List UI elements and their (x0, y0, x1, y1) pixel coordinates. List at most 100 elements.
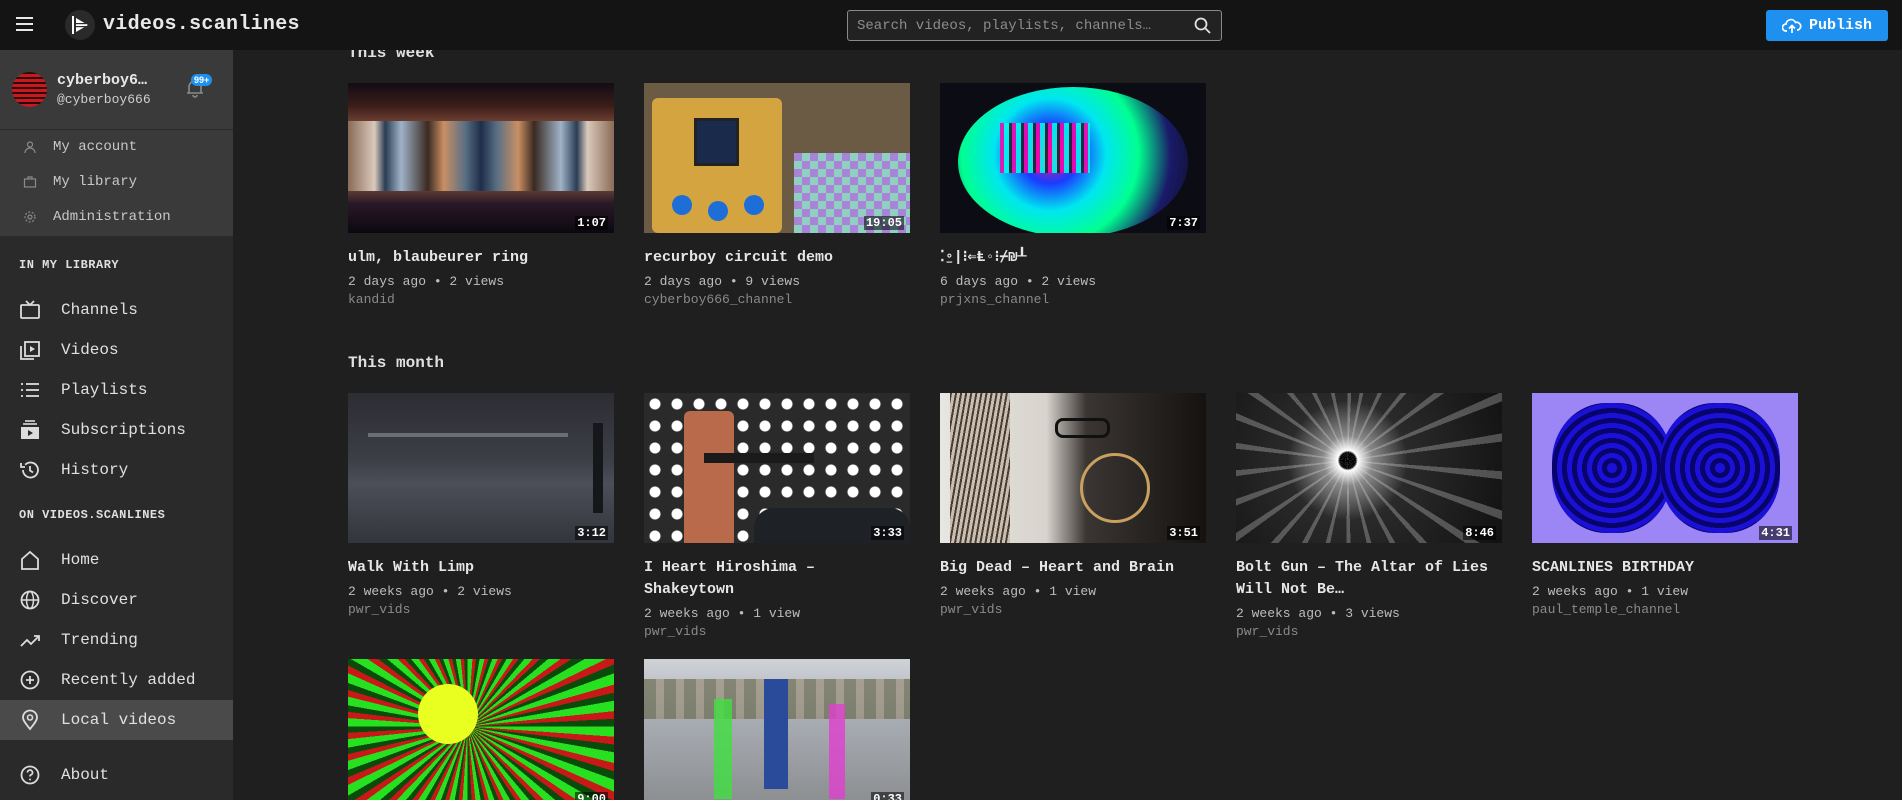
video-title[interactable]: recurboy circuit demo (644, 247, 910, 269)
logo-icon[interactable] (65, 10, 95, 40)
sidebar-item-label: Local videos (61, 711, 177, 729)
sidebar-item-subscriptions[interactable]: Subscriptions (0, 410, 233, 450)
sidebar: cyberboy6… @cyberboy666 99+ My account M… (0, 50, 233, 800)
sidebar-item-label: Discover (61, 591, 138, 609)
video-title[interactable]: ulm, blaubeurer ring (348, 247, 614, 269)
video-channel[interactable]: pwr_vids (1236, 624, 1502, 639)
video-duration: 4:31 (1759, 526, 1792, 540)
sidebar-item-label: Trending (61, 631, 138, 649)
video-thumbnail[interactable]: 19:05 (644, 83, 910, 233)
sidebar-item-label: Playlists (61, 381, 148, 399)
list-icon (21, 383, 39, 397)
sidebar-item-label: History (61, 461, 129, 479)
video-library-icon (20, 341, 40, 360)
video-thumbnail[interactable]: 4:31 (1532, 393, 1798, 543)
video-title[interactable]: I Heart Hiroshima – Shakeytown (644, 557, 910, 601)
search-icon[interactable] (1194, 17, 1211, 34)
video-channel[interactable]: paul_temple_channel (1532, 602, 1798, 617)
search-box (847, 10, 1222, 41)
tv-icon (20, 300, 40, 319)
video-thumbnail[interactable]: 3:12 (348, 393, 614, 543)
help-icon (20, 765, 40, 785)
video-duration: 3:51 (1167, 526, 1200, 540)
user-handle: @cyberboy666 (57, 92, 151, 107)
video-card: 3:51 Big Dead – Heart and Brain 2 weeks … (940, 393, 1206, 617)
divider (0, 129, 233, 130)
video-duration: 0:33 (871, 792, 904, 800)
sidebar-item-trending[interactable]: Trending (0, 620, 233, 660)
video-channel[interactable]: pwr_vids (644, 624, 910, 639)
video-duration: 9:00 (575, 792, 608, 800)
trending-icon (20, 635, 40, 647)
video-meta: 2 days ago • 9 views (644, 274, 801, 289)
administration-link[interactable]: Administration (23, 209, 171, 225)
sidebar-item-history[interactable]: History (0, 450, 233, 490)
video-channel[interactable]: pwr_vids (940, 602, 1206, 617)
sidebar-item-discover[interactable]: Discover (0, 580, 233, 620)
publish-button[interactable]: Publish (1766, 10, 1888, 41)
user-icon (24, 141, 36, 154)
sidebar-item-label: Home (61, 551, 100, 569)
sidebar-item-recently-added[interactable]: Recently added (0, 660, 233, 700)
plus-circle-icon (20, 670, 40, 690)
video-thumbnail[interactable]: 7:37 (940, 83, 1206, 233)
briefcase-icon (23, 176, 37, 188)
home-icon (21, 550, 39, 570)
publish-label: Publish (1808, 17, 1872, 34)
video-card: 1:07 ulm, blaubeurer ring 2 days ago • 2… (348, 83, 614, 307)
my-account-label: My account (53, 139, 138, 155)
video-thumbnail[interactable]: 1:07 (348, 83, 614, 233)
cog-icon (24, 211, 36, 223)
video-meta: 2 weeks ago • 1 view (940, 584, 1097, 599)
video-duration: 3:33 (871, 526, 904, 540)
user-block: cyberboy6… @cyberboy666 99+ My account M… (0, 50, 233, 236)
my-account-link[interactable]: My account (23, 139, 137, 155)
video-card: 3:33 I Heart Hiroshima – Shakeytown 2 we… (644, 393, 910, 639)
video-duration: 8:46 (1463, 526, 1496, 540)
video-meta: 2 weeks ago • 2 views (348, 584, 512, 599)
video-duration: 7:37 (1167, 216, 1200, 230)
brand-name[interactable]: videos.scanlines (103, 13, 300, 36)
video-meta: 2 days ago • 2 views (348, 274, 505, 289)
instance-section-title: ON VIDEOS.SCANLINES (19, 508, 166, 522)
sidebar-item-videos[interactable]: Videos (0, 330, 233, 370)
video-title[interactable]: Walk With Limp (348, 557, 614, 579)
sidebar-item-label: Videos (61, 341, 119, 359)
video-channel[interactable]: cyberboy666_channel (644, 292, 910, 307)
video-card: 8:46 Bolt Gun – The Altar of Lies Will N… (1236, 393, 1502, 639)
sidebar-item-local-videos[interactable]: Local videos (0, 700, 233, 740)
my-library-link[interactable]: My library (23, 174, 137, 190)
sidebar-item-home[interactable]: Home (0, 540, 233, 580)
avatar[interactable] (12, 72, 47, 107)
video-title[interactable]: Big Dead – Heart and Brain (940, 557, 1206, 579)
video-card: 3:12 Walk With Limp 2 weeks ago • 2 view… (348, 393, 614, 617)
video-thumbnail[interactable]: 8:46 (1236, 393, 1502, 543)
location-icon (22, 709, 38, 731)
video-duration: 19:05 (863, 216, 904, 230)
sidebar-item-channels[interactable]: Channels (0, 290, 233, 330)
video-channel[interactable]: prjxns_channel (940, 292, 1206, 307)
section-title-this-month: This month (348, 354, 445, 372)
video-thumbnail[interactable]: 3:51 (940, 393, 1206, 543)
library-section-title: IN MY LIBRARY (19, 258, 120, 272)
my-library-label: My library (53, 174, 138, 190)
sidebar-item-playlists[interactable]: Playlists (0, 370, 233, 410)
video-card: 4:31 SCANLINES BIRTHDAY 2 weeks ago • 1 … (1532, 393, 1798, 617)
top-header: videos.scanlines Publish (0, 0, 1902, 50)
video-thumbnail[interactable]: 3:33 (644, 393, 910, 543)
video-title[interactable]: ⁚⍛|⁝⇐Ⱡ◦⁝⌿₪┸ (940, 247, 1206, 269)
notification-badge: 99+ (191, 74, 213, 86)
video-thumbnail[interactable]: 9:00 (348, 659, 614, 800)
menu-icon[interactable] (16, 17, 33, 31)
video-channel[interactable]: pwr_vids (348, 602, 614, 617)
search-input[interactable] (848, 11, 1188, 40)
sidebar-item-about[interactable]: About (0, 755, 233, 795)
video-thumbnail[interactable]: 0:33 (644, 659, 910, 800)
video-card: 0:33 (644, 659, 910, 800)
history-icon (20, 461, 39, 479)
video-channel[interactable]: kandid (348, 292, 614, 307)
user-display-name[interactable]: cyberboy6… (57, 72, 147, 89)
video-title[interactable]: Bolt Gun – The Altar of Lies Will Not Be… (1236, 557, 1502, 601)
video-title[interactable]: SCANLINES BIRTHDAY (1532, 557, 1798, 579)
video-meta: 2 weeks ago • 1 view (644, 606, 801, 621)
